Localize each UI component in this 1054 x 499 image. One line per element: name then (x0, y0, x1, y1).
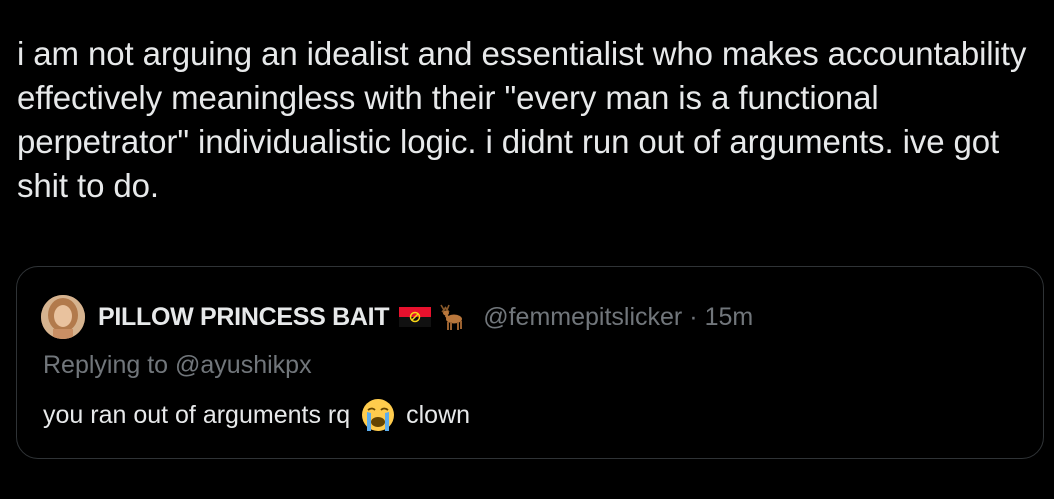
quoted-timestamp[interactable]: 15m (705, 303, 754, 332)
quoted-display-name[interactable]: PILLOW PRINCESS BAIT (98, 303, 390, 332)
angola-flag-icon (399, 307, 432, 327)
replying-to[interactable]: Replying to @ayushikpx (43, 351, 312, 380)
tweet-text: i am not arguing an idealist and essenti… (17, 35, 1027, 204)
separator-dot: · (689, 302, 698, 331)
quoted-text-end: clown (406, 400, 471, 429)
quoted-tweet-text: you ran out of arguments rq clown (43, 397, 470, 433)
avatar[interactable] (41, 295, 85, 339)
quoted-handle[interactable]: @femmepitslicker (483, 303, 682, 332)
loudly-crying-face-icon (360, 397, 396, 433)
quoted-text-start: you ran out of arguments rq (43, 400, 351, 429)
quoted-tweet-header: PILLOW PRINCESS BAIT @femmepitslicker · … (41, 295, 753, 339)
quoted-tweet-card[interactable]: PILLOW PRINCESS BAIT @femmepitslicker · … (16, 266, 1044, 459)
deer-icon (435, 302, 465, 332)
